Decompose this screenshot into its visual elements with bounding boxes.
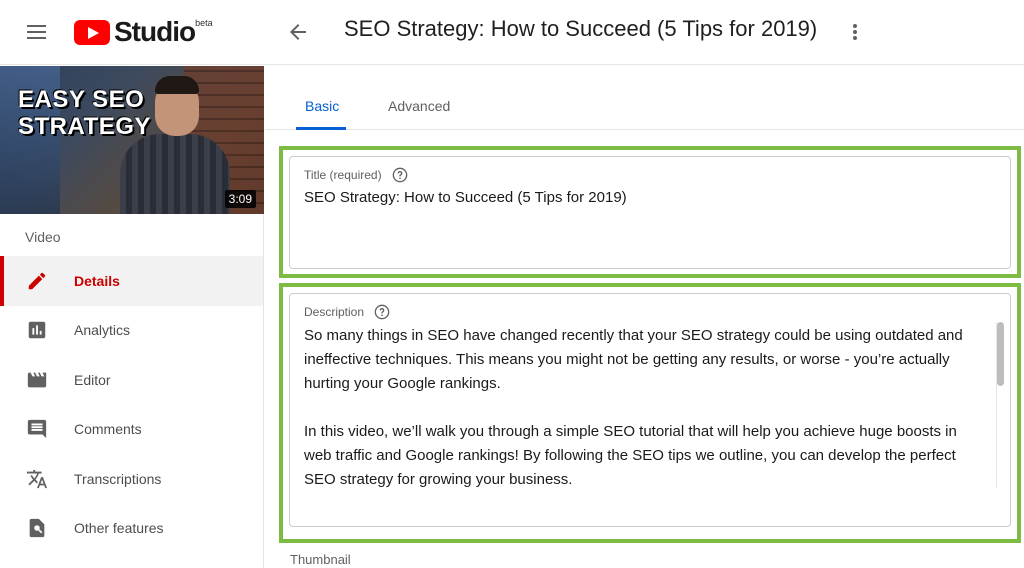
sidebar-item-label: Details	[74, 272, 120, 289]
help-icon[interactable]	[392, 167, 408, 183]
description-scrollbar-thumb[interactable]	[997, 322, 1004, 386]
hamburger-menu-icon[interactable]	[25, 20, 49, 44]
editor-icon	[27, 372, 47, 388]
video-duration: 3:09	[224, 190, 256, 208]
title-field-label-wrap: Title (required)	[304, 167, 408, 183]
more-options-icon[interactable]	[844, 20, 866, 44]
tab-basic[interactable]: Basic	[305, 98, 339, 114]
comments-icon	[27, 420, 47, 439]
translate-icon	[26, 469, 48, 488]
tab-advanced[interactable]: Advanced	[388, 98, 450, 114]
sidebar-item-label: Comments	[74, 421, 142, 438]
sidebar-item-other-features[interactable]: Other features	[0, 504, 263, 554]
description-paragraph-2: In this video, we’ll walk you through a …	[304, 423, 957, 488]
title-field-label: Title (required)	[304, 168, 382, 182]
description-field-label-wrap: Description	[304, 304, 390, 320]
title-field[interactable]: Title (required) SEO Strategy: How to Su…	[289, 156, 1011, 269]
tab-bar: Basic Advanced	[265, 66, 1024, 130]
sidebar-item-label: Analytics	[74, 322, 131, 339]
description-paragraph-1: So many things in SEO have changed recen…	[304, 327, 963, 392]
sidebar-item-details[interactable]: Details	[0, 256, 263, 306]
title-input[interactable]: SEO Strategy: How to Succeed (5 Tips for…	[304, 186, 994, 210]
beta-badge: beta	[195, 18, 213, 28]
sidebar-item-comments[interactable]: Comments	[0, 405, 263, 455]
description-textarea[interactable]: So many things in SEO have changed recen…	[304, 324, 984, 492]
page-title: SEO Strategy: How to Succeed (5 Tips for…	[344, 16, 818, 41]
active-tab-indicator	[296, 127, 346, 130]
video-thumbnail[interactable]: EASY SEO STRATEGY 3:09	[0, 66, 264, 214]
pencil-icon	[28, 272, 46, 289]
thumbnail-text-line2: STRATEGY	[18, 113, 151, 140]
back-arrow-icon[interactable]	[286, 20, 310, 44]
sidebar-item-label: Other features	[74, 520, 164, 537]
logo-text: Studio	[114, 16, 196, 47]
sidebar-item-transcriptions[interactable]: Transcriptions	[0, 454, 263, 504]
youtube-play-icon	[74, 19, 110, 45]
sidebar-nav: Details Analytics Editor Comments Transc…	[0, 256, 263, 553]
sidebar-item-analytics[interactable]: Analytics	[0, 306, 263, 356]
sidebar-item-label: Editor	[74, 371, 111, 388]
sidebar-item-editor[interactable]: Editor	[0, 355, 263, 405]
description-field-label: Description	[304, 305, 365, 319]
thumbnail-title-text: EASY SEO STRATEGY	[18, 86, 151, 140]
top-bar: Studio beta SEO Strategy: How to Succeed…	[0, 0, 1024, 65]
sidebar-item-label: Transcriptions	[74, 470, 162, 487]
help-icon[interactable]	[374, 304, 390, 320]
video-section-label: Video	[25, 229, 61, 245]
thumbnail-section-label: Thumbnail	[290, 552, 351, 567]
description-field[interactable]: Description So many things in SEO have c…	[289, 293, 1011, 527]
thumbnail-text-line1: EASY SEO	[18, 86, 145, 113]
sidebar: EASY SEO STRATEGY 3:09 Video Details Ana…	[0, 66, 264, 568]
analytics-icon	[28, 322, 46, 339]
studio-logo[interactable]: Studio beta	[74, 16, 213, 48]
other-features-icon	[29, 519, 45, 538]
